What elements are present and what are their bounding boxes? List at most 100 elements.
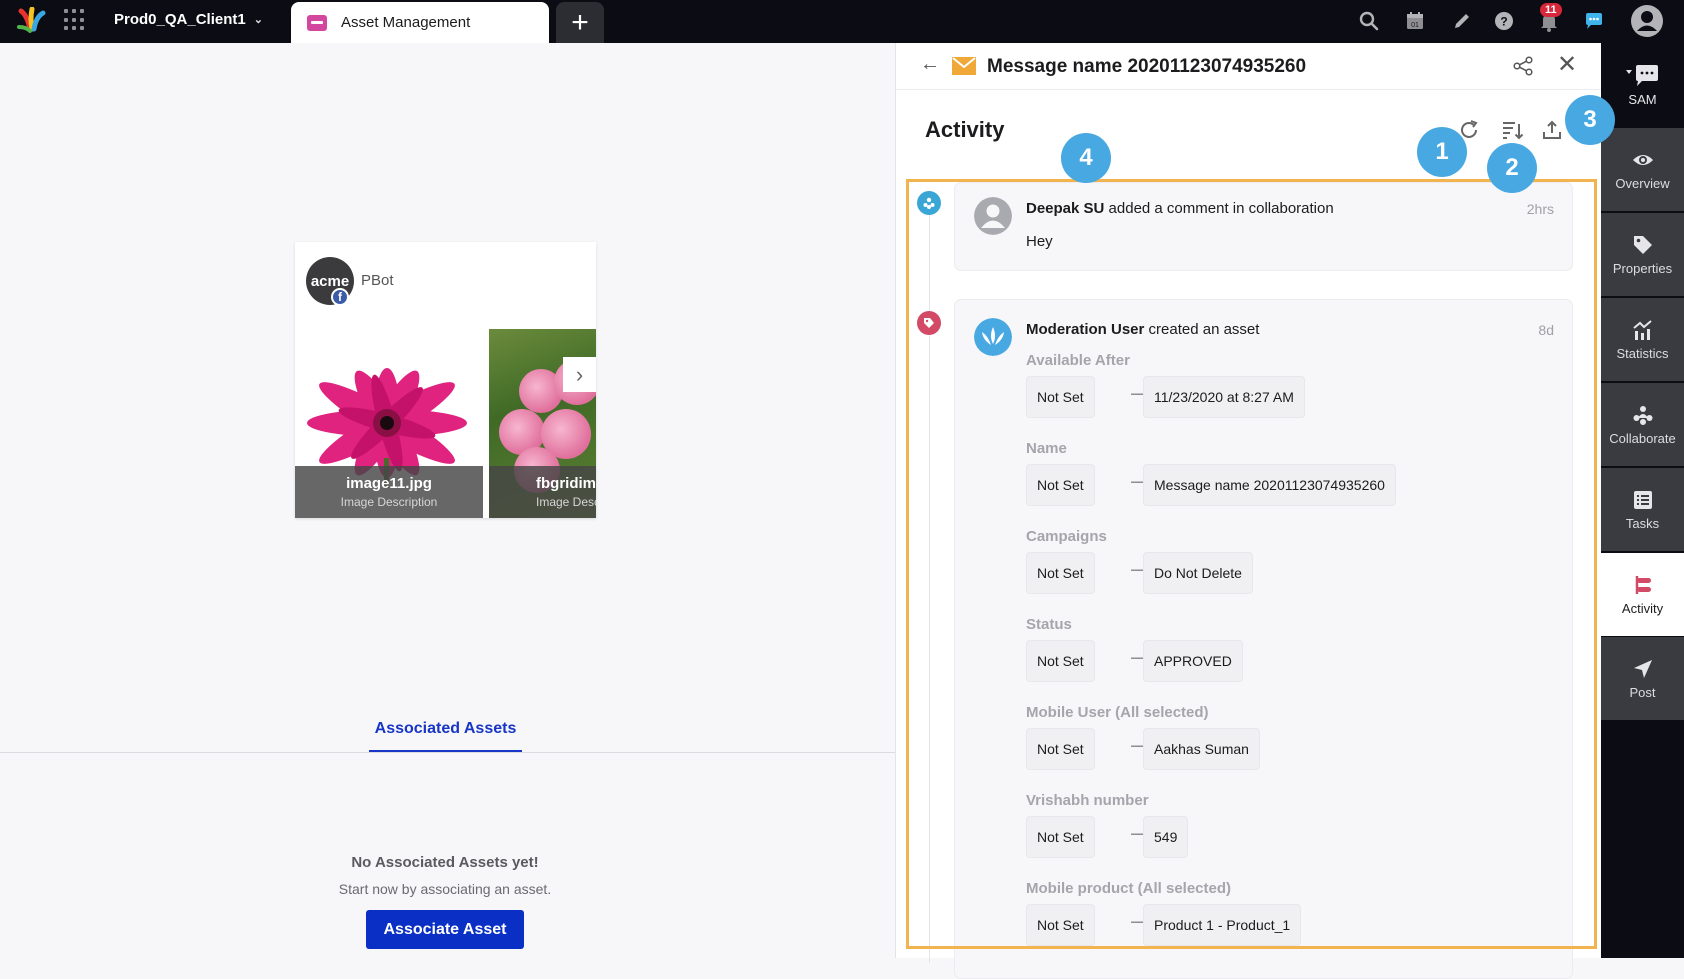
close-icon[interactable]: ✕ <box>1557 50 1577 79</box>
chat-icon[interactable] <box>1581 8 1607 34</box>
image-title: image11.jpg <box>346 475 432 492</box>
notification-badge: 11 <box>1540 3 1562 17</box>
help-icon[interactable]: ? <box>1491 8 1517 34</box>
asset-preview-area: acme f PBot image11.jpg Image Descriptio… <box>0 43 895 958</box>
activity-description: Moderation User created an asset <box>1026 321 1259 338</box>
right-sidebar: SAM Overview Properties Statistics Colla… <box>1601 43 1684 958</box>
top-bar: Prod0_QA_Client1 ⌄ Asset Management + 01… <box>0 0 1684 43</box>
image-thumbnail[interactable]: image11.jpg Image Description <box>295 332 483 518</box>
user-avatar-icon[interactable] <box>1629 3 1665 39</box>
sidebar-item-label: Properties <box>1612 260 1673 276</box>
activity-item: Deepak SU added a comment in collaborati… <box>954 182 1573 271</box>
new-value: 11/23/2020 at 8:27 AM <box>1143 376 1305 418</box>
new-tab-button[interactable]: + <box>556 2 604 43</box>
sidebar-item-label: Statistics <box>1616 345 1669 361</box>
new-value: Message name 20201123074935260 <box>1143 464 1396 506</box>
tab-asset-management[interactable]: Asset Management <box>291 2 549 43</box>
sidebar-item-properties[interactable]: Properties <box>1601 213 1684 296</box>
post-preview-card: acme f PBot image11.jpg Image Descriptio… <box>295 242 596 518</box>
panel-header: ← Message name 20201123074935260 ✕ <box>896 43 1602 90</box>
sidebar-item-overview[interactable]: Overview <box>1601 128 1684 211</box>
activity-action: created an asset <box>1144 321 1260 338</box>
activity-time: 2hrs <box>1526 201 1554 217</box>
section-title: Activity <box>925 117 1005 142</box>
tab-label: Asset Management <box>341 14 471 31</box>
asset-detail-panel: ← Message name 20201123074935260 ✕ Activ… <box>895 43 1615 979</box>
image-caption: fbgridimg Image Description <box>489 466 596 518</box>
sidebar-item-label: Activity <box>1621 600 1664 616</box>
collaborate-icon <box>1633 405 1652 425</box>
pencil-icon[interactable] <box>1449 8 1475 34</box>
email-icon <box>952 57 976 75</box>
send-icon <box>1633 659 1652 678</box>
old-value: Not Set <box>1026 728 1095 770</box>
field-label: Mobile User (All selected) <box>1026 704 1209 721</box>
old-value: Not Set <box>1026 464 1095 506</box>
old-value: Not Set <box>1026 640 1095 682</box>
image-caption: image11.jpg Image Description <box>295 466 483 518</box>
image-description: Image Description <box>536 495 596 509</box>
sidebar-item-statistics[interactable]: Statistics <box>1601 298 1684 381</box>
app-logo-icon[interactable] <box>17 7 47 35</box>
image-title: fbgridimg <box>536 475 596 492</box>
sidebar-item-label: Tasks <box>1625 515 1660 531</box>
tab-associated-assets[interactable]: Associated Assets <box>369 717 522 753</box>
back-arrow-icon[interactable]: ← <box>920 53 940 76</box>
field-label: Available After <box>1026 352 1130 369</box>
callout-marker: 1 <box>1417 127 1467 177</box>
chat-icon <box>1625 64 1658 86</box>
client-switcher[interactable]: Prod0_QA_Client1 ⌄ <box>114 11 263 28</box>
panel-title: Message name 20201123074935260 <box>987 56 1307 77</box>
activity-user[interactable]: Deepak SU <box>1026 200 1104 217</box>
callout-marker: 4 <box>1061 133 1111 183</box>
associate-asset-button[interactable]: Associate Asset <box>366 910 524 949</box>
share-icon[interactable] <box>1512 55 1534 77</box>
collaborate-icon <box>917 191 941 215</box>
calendar-icon[interactable]: 01 <box>1402 8 1428 34</box>
app-launcher-icon[interactable] <box>64 9 86 31</box>
old-value: Not Set <box>1026 904 1095 946</box>
tag-icon <box>1633 235 1652 254</box>
new-value: 549 <box>1143 816 1189 858</box>
activity-action: added a comment in collaboration <box>1104 200 1334 217</box>
callout-marker: 3 <box>1565 95 1615 145</box>
facebook-icon: f <box>331 288 349 306</box>
callout-marker: 2 <box>1487 143 1537 193</box>
field-label: Vrishabh number <box>1026 792 1149 809</box>
sam-label: SAM <box>1628 91 1657 107</box>
tab-divider <box>0 752 895 753</box>
export-icon[interactable] <box>1539 117 1565 143</box>
account-name: PBot <box>361 272 394 289</box>
activity-item: Moderation User created an asset 8d Avai… <box>954 299 1573 979</box>
new-value: Do Not Delete <box>1143 552 1253 594</box>
sidebar-item-collaborate[interactable]: Collaborate <box>1601 383 1684 466</box>
sidebar-item-post[interactable]: Post <box>1601 637 1684 720</box>
sort-icon[interactable] <box>1499 117 1525 143</box>
old-value: Not Set <box>1026 816 1095 858</box>
image-description: Image Description <box>340 495 438 509</box>
field-label: Name <box>1026 440 1067 457</box>
sidebar-item-label: Post <box>1629 684 1656 700</box>
activity-comment: Hey <box>1026 233 1053 250</box>
svg-text:?: ? <box>1500 15 1507 29</box>
chevron-down-icon: ⌄ <box>253 14 263 26</box>
user-avatar-icon <box>974 197 1012 235</box>
empty-state-subtitle: Start now by associating an asset. <box>338 881 552 897</box>
old-value: Not Set <box>1026 376 1095 418</box>
tag-icon <box>917 311 941 335</box>
chart-icon <box>1632 319 1652 340</box>
sidebar-item-label: Collaborate <box>1609 430 1676 446</box>
carousel-next-button[interactable]: › <box>563 357 596 392</box>
activity-user[interactable]: Moderation User <box>1026 321 1144 338</box>
activity-description: Deepak SU added a comment in collaborati… <box>1026 200 1334 217</box>
activity-icon <box>1635 575 1651 594</box>
activity-time: 8d <box>1538 322 1554 338</box>
svg-text:01: 01 <box>1411 22 1419 29</box>
empty-state-title: No Associated Assets yet! <box>351 854 539 871</box>
sidebar-item-tasks[interactable]: Tasks <box>1601 468 1684 551</box>
field-label: Campaigns <box>1026 528 1107 545</box>
client-name: Prod0_QA_Client1 <box>114 11 246 28</box>
sidebar-item-activity[interactable]: Activity <box>1601 553 1684 636</box>
search-icon[interactable] <box>1356 8 1382 34</box>
field-label: Mobile product (All selected) <box>1026 880 1232 897</box>
